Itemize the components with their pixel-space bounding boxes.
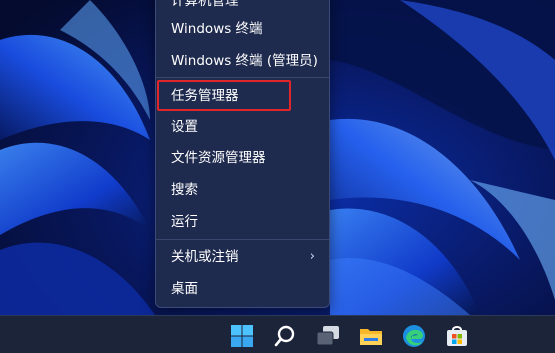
chevron-right-icon: ›	[309, 249, 315, 264]
winx-context-menu: 计算机管理 Windows 终端 Windows 终端 (管理员) 任务管理器 …	[155, 0, 330, 308]
menu-separator	[156, 239, 329, 240]
search-icon[interactable]	[272, 323, 298, 349]
menu-item-label: 关机或注销	[171, 249, 239, 265]
task-view-icon[interactable]	[315, 323, 341, 349]
file-explorer-icon[interactable]	[358, 323, 384, 349]
menu-item-run[interactable]: 运行	[156, 208, 329, 236]
desktop: 计算机管理 Windows 终端 Windows 终端 (管理员) 任务管理器 …	[0, 0, 555, 353]
menu-item-settings[interactable]: 设置	[156, 113, 329, 141]
highlight-annotation-box	[157, 80, 291, 111]
menu-item-shutdown-signout[interactable]: 关机或注销 ›	[156, 243, 329, 271]
menu-item-computer-management[interactable]: 计算机管理	[156, 0, 329, 15]
menu-item-search[interactable]: 搜索	[156, 176, 329, 204]
windows-start-icon[interactable]	[229, 323, 255, 349]
edge-browser-icon[interactable]	[401, 323, 427, 349]
menu-item-windows-terminal-admin[interactable]: Windows 终端 (管理员)	[156, 47, 329, 75]
menu-item-windows-terminal[interactable]: Windows 终端	[156, 15, 329, 43]
menu-item-desktop[interactable]: 桌面	[156, 275, 329, 303]
taskbar	[0, 315, 555, 353]
menu-item-file-explorer[interactable]: 文件资源管理器	[156, 144, 329, 172]
microsoft-store-icon[interactable]	[444, 323, 470, 349]
menu-separator	[156, 77, 329, 78]
